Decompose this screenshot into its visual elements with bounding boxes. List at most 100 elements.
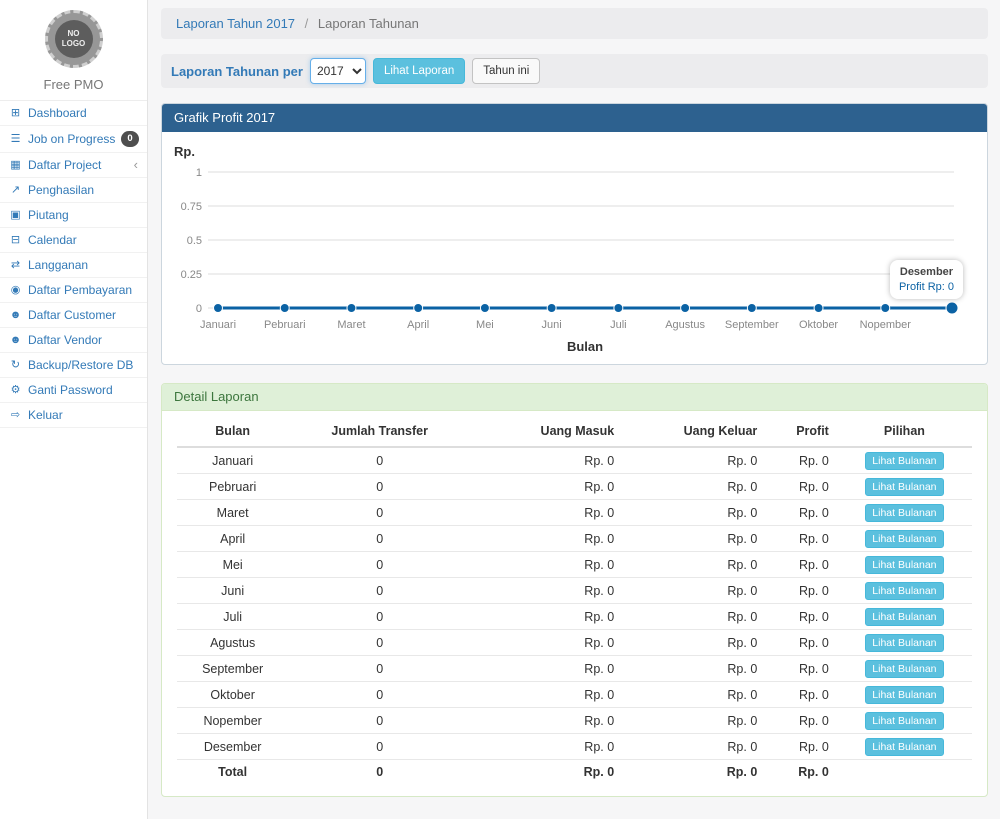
cell-uang-keluar: Rp. 0 <box>622 474 765 500</box>
cell-bulan: Oktober <box>177 682 288 708</box>
sidebar-item-label: Langganan <box>28 258 88 272</box>
table-row: Juli0Rp. 0Rp. 0Rp. 0Lihat Bulanan <box>177 604 972 630</box>
year-select[interactable]: 2017 <box>310 58 366 84</box>
cell-uang-keluar: Rp. 0 <box>622 578 765 604</box>
cell-jumlah-transfer: 0 <box>288 578 471 604</box>
cell-profit: Rp. 0 <box>765 734 837 760</box>
y-tick-label: 0.5 <box>187 235 202 247</box>
tooltip-month: Desember <box>899 265 954 279</box>
chart-point-agustus[interactable] <box>681 304 690 313</box>
chart-point-april[interactable] <box>414 304 423 313</box>
lihat-bulanan-button-pebruari[interactable]: Lihat Bulanan <box>865 478 943 496</box>
lihat-bulanan-button-april[interactable]: Lihat Bulanan <box>865 530 943 548</box>
cell-pilihan: Lihat Bulanan <box>837 656 972 682</box>
lihat-bulanan-button-januari[interactable]: Lihat Bulanan <box>865 452 943 470</box>
customers-icon: ☻ <box>9 308 22 322</box>
table-header-row: BulanJumlah TransferUang MasukUang Kelua… <box>177 417 972 447</box>
chart-line-icon: ↗ <box>9 183 22 197</box>
chart-point-juli[interactable] <box>614 304 623 313</box>
chart-area: Rp.10.750.50.250JanuariPebruariMaretApri… <box>162 132 987 364</box>
lihat-bulanan-button-maret[interactable]: Lihat Bulanan <box>865 504 943 522</box>
lihat-bulanan-button-juni[interactable]: Lihat Bulanan <box>865 582 943 600</box>
chart-panel-title: Grafik Profit 2017 <box>162 104 987 132</box>
lihat-bulanan-button-nopember[interactable]: Lihat Bulanan <box>865 712 943 730</box>
chevron-left-icon: ‹ <box>134 160 138 170</box>
cell-jumlah-transfer: 0 <box>288 604 471 630</box>
sidebar-item-piutang[interactable]: ▣Piutang <box>0 203 147 228</box>
report-table: BulanJumlah TransferUang MasukUang Kelua… <box>177 417 972 784</box>
sidebar-item-dashboard[interactable]: ⊞Dashboard <box>0 101 147 126</box>
chart-point-desember[interactable] <box>946 302 958 314</box>
sidebar-item-calendar[interactable]: ⊟Calendar <box>0 228 147 253</box>
chart-point-nopember[interactable] <box>881 304 890 313</box>
y-tick-label: 0 <box>196 303 202 315</box>
sidebar-item-job-on-progress[interactable]: ☰Job on Progress0 <box>0 126 147 153</box>
cell-uang-masuk: Rp. 0 <box>471 656 622 682</box>
table-row: Oktober0Rp. 0Rp. 0Rp. 0Lihat Bulanan <box>177 682 972 708</box>
sidebar-item-label: Daftar Project <box>28 158 101 172</box>
column-header-jumlah-transfer: Jumlah Transfer <box>288 417 471 447</box>
chart-point-september[interactable] <box>747 304 756 313</box>
x-tick-label: Oktober <box>799 319 838 331</box>
chart-tooltip: Desember Profit Rp: 0 <box>890 260 963 299</box>
sidebar-item-langganan[interactable]: ⇄Langganan <box>0 253 147 278</box>
cell-profit: Rp. 0 <box>765 578 837 604</box>
chart-point-januari[interactable] <box>214 304 223 313</box>
breadcrumb: Laporan Tahun 2017 / Laporan Tahunan <box>161 8 988 39</box>
chart-point-oktober[interactable] <box>814 304 823 313</box>
cell-bulan: Nopember <box>177 708 288 734</box>
job-count-badge: 0 <box>121 131 138 147</box>
tahun-ini-button[interactable]: Tahun ini <box>472 58 540 84</box>
lihat-bulanan-button-desember[interactable]: Lihat Bulanan <box>865 738 943 756</box>
cell-uang-keluar: Rp. 0 <box>622 552 765 578</box>
cell-profit: Rp. 0 <box>765 630 837 656</box>
sidebar-item-daftar-project[interactable]: ▦Daftar Project‹ <box>0 153 147 178</box>
chart-point-juni[interactable] <box>547 304 556 313</box>
sidebar: NO LOGO Free PMO ⊞Dashboard☰Job on Progr… <box>0 0 148 819</box>
cell-bulan: Pebruari <box>177 474 288 500</box>
cell-jumlah-transfer: 0 <box>288 682 471 708</box>
lihat-bulanan-button-september[interactable]: Lihat Bulanan <box>865 660 943 678</box>
chart-point-pebruari[interactable] <box>280 304 289 313</box>
sidebar-item-daftar-vendor[interactable]: ☻Daftar Vendor <box>0 328 147 353</box>
cell-uang-keluar: Rp. 0 <box>622 682 765 708</box>
lihat-bulanan-button-agustus[interactable]: Lihat Bulanan <box>865 634 943 652</box>
no-logo-badge: NO LOGO <box>45 10 103 68</box>
sidebar-item-daftar-pembayaran[interactable]: ◉ Daftar Pembayaran <box>0 278 147 303</box>
table-row: Pebruari0Rp. 0Rp. 0Rp. 0Lihat Bulanan <box>177 474 972 500</box>
table-row: Agustus0Rp. 0Rp. 0Rp. 0Lihat Bulanan <box>177 630 972 656</box>
lihat-bulanan-button-juli[interactable]: Lihat Bulanan <box>865 608 943 626</box>
cell-uang-keluar: Rp. 0 <box>622 526 765 552</box>
chart-point-maret[interactable] <box>347 304 356 313</box>
sidebar-item-daftar-customer[interactable]: ☻Daftar Customer <box>0 303 147 328</box>
cell-profit: Rp. 0 <box>765 552 837 578</box>
sidebar-item-keluar[interactable]: ⇨Keluar <box>0 403 147 428</box>
table-row: Desember0Rp. 0Rp. 0Rp. 0Lihat Bulanan <box>177 734 972 760</box>
sidebar-item-label: Daftar Pembayaran <box>28 283 132 297</box>
sidebar-item-label: Calendar <box>28 233 77 247</box>
lihat-bulanan-button-oktober[interactable]: Lihat Bulanan <box>865 686 943 704</box>
lihat-laporan-button[interactable]: Lihat Laporan <box>373 58 465 84</box>
cell-uang-keluar: Rp. 0 <box>622 760 765 785</box>
lihat-bulanan-button-mei[interactable]: Lihat Bulanan <box>865 556 943 574</box>
sidebar-item-ganti-password[interactable]: ⚙Ganti Password <box>0 378 147 403</box>
cell-uang-keluar: Rp. 0 <box>622 447 765 474</box>
sidebar-item-label: Keluar <box>28 408 63 422</box>
sidebar-item-label: Ganti Password <box>28 383 113 397</box>
cell-pilihan: Lihat Bulanan <box>837 630 972 656</box>
cell-uang-masuk: Rp. 0 <box>471 447 622 474</box>
chart-point-mei[interactable] <box>480 304 489 313</box>
sidebar-item-penghasilan[interactable]: ↗Penghasilan <box>0 178 147 203</box>
column-header-profit: Profit <box>765 417 837 447</box>
cell-pilihan: Lihat Bulanan <box>837 604 972 630</box>
x-tick-label: Nopember <box>860 319 912 331</box>
payments-icon: ◉ <box>9 283 22 297</box>
cell-uang-masuk: Rp. 0 <box>471 604 622 630</box>
y-tick-label: 1 <box>196 167 202 179</box>
cell-uang-masuk: Rp. 0 <box>471 474 622 500</box>
breadcrumb-current: Laporan Tahunan <box>318 16 419 31</box>
cell-uang-masuk: Rp. 0 <box>471 578 622 604</box>
sidebar-item-backup-restore-db[interactable]: ↻Backup/Restore DB <box>0 353 147 378</box>
cell-profit: Rp. 0 <box>765 526 837 552</box>
breadcrumb-link-laporan-tahun[interactable]: Laporan Tahun 2017 <box>176 16 295 31</box>
